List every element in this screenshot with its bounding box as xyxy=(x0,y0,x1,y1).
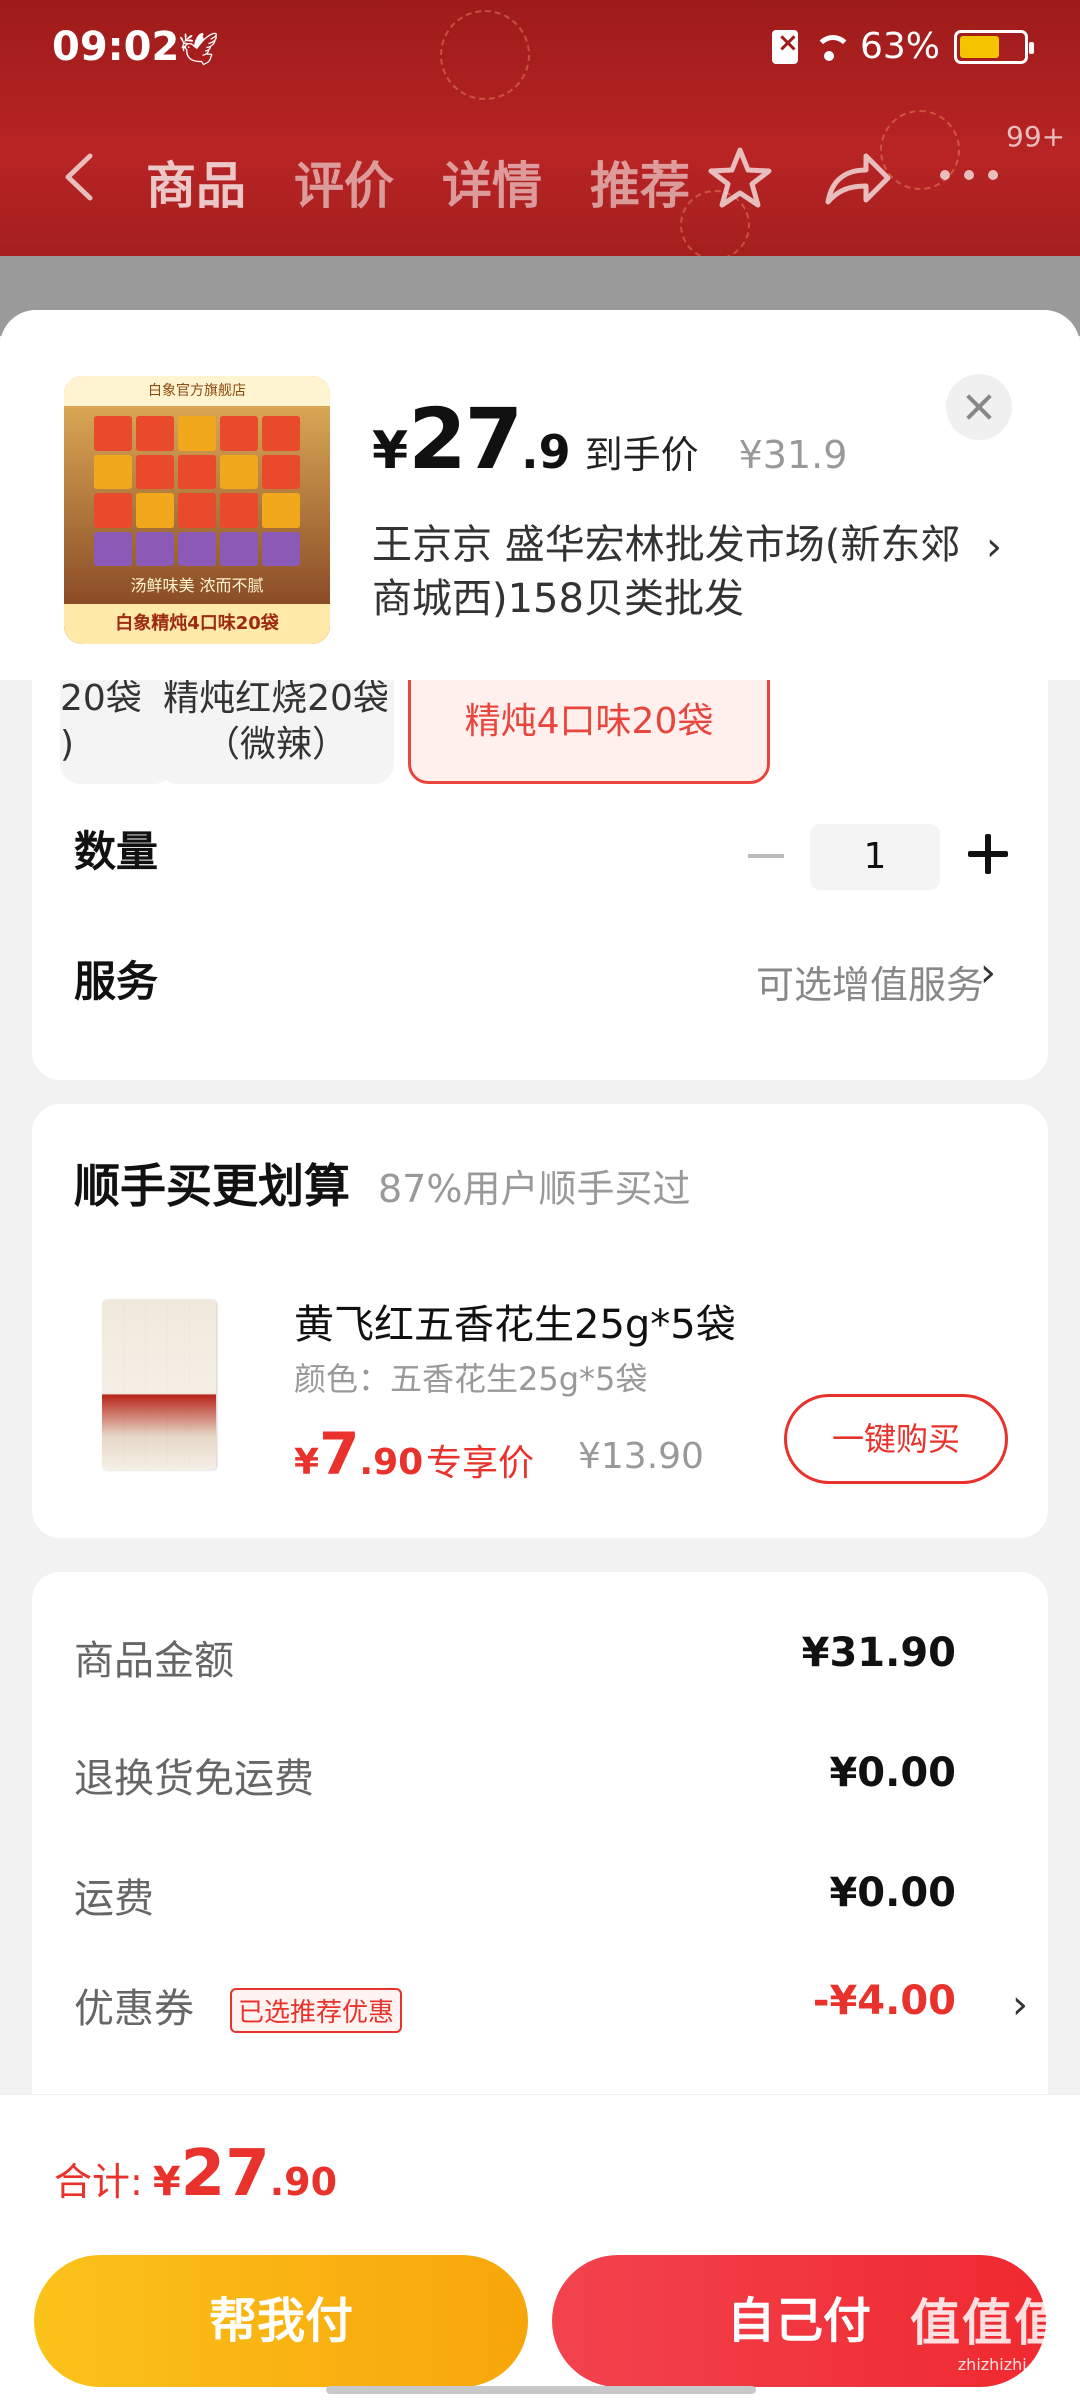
tab-details[interactable]: 详情 xyxy=(442,146,542,218)
app-notification-icon: 🕊 xyxy=(178,30,219,68)
wifi-icon xyxy=(812,33,852,61)
summary-label: 运费 xyxy=(74,1876,154,1922)
upsell-price-integer: 7 xyxy=(319,1420,360,1488)
original-price: ¥31.9 xyxy=(738,433,848,477)
help-me-pay-button[interactable]: 帮我付 xyxy=(34,2255,528,2387)
upsell-item-name[interactable]: 黄飞红五香花生25g*5袋 xyxy=(294,1292,736,1350)
one-click-buy-button[interactable]: 一键购买 xyxy=(784,1394,1008,1484)
total-label: 合计: xyxy=(54,2160,143,2204)
price-row: ¥ 27 .9 到手价 ¥31.9 xyxy=(372,390,847,488)
purchase-sheet: 白象官方旗舰店 汤鲜味美 浓而不腻 白象精炖4口味20袋 ¥ 27 .9 到手价… xyxy=(0,310,1080,2400)
tab-recommend[interactable]: 推荐 xyxy=(590,146,690,218)
upsell-item-spec: 颜色：五香花生25g*5袋 xyxy=(294,1360,648,1398)
tab-product[interactable]: 商品 xyxy=(146,146,246,218)
upsell-price-tag: 专享价 xyxy=(426,1443,535,1484)
thumb-slogan: 汤鲜味美 浓而不腻 xyxy=(130,576,264,595)
upsell-price-currency: ¥ xyxy=(294,1442,320,1483)
delivery-address[interactable]: 王京京 盛华宏林批发市场(新东郊商城西)158贝类批发 xyxy=(372,518,972,626)
upsell-title: 顺手买更划算 xyxy=(74,1159,350,1213)
thumb-noodle-packs xyxy=(94,416,300,566)
product-nav-bar: 商品 评价 详情 推荐 99+ xyxy=(0,120,1080,220)
status-bar: 09:02 🕊 63% xyxy=(0,0,1080,100)
service-value[interactable]: 可选增值服务 xyxy=(756,954,984,1009)
home-indicator[interactable] xyxy=(326,2386,756,2394)
upsell-original-price: ¥13.90 xyxy=(578,1436,704,1477)
battery-fill xyxy=(960,35,1000,58)
tab-reviews[interactable]: 评价 xyxy=(294,146,394,218)
price-decimal: .9 xyxy=(521,425,571,479)
total-row: 合计: ¥ 27 .90 xyxy=(54,2137,337,2211)
battery-percent: 63% xyxy=(859,26,940,67)
share-icon[interactable] xyxy=(822,148,892,208)
total-decimal: .90 xyxy=(269,2160,338,2204)
coupon-value[interactable]: -¥4.00 xyxy=(813,1978,956,2024)
upsell-price: ¥ 7 .90 xyxy=(294,1420,423,1488)
service-label: 服务 xyxy=(74,957,159,1006)
upsell-price-decimal: .90 xyxy=(359,1442,424,1483)
quantity-label: 数量 xyxy=(74,827,159,876)
thumb-store-name: 白象官方旗舰店 xyxy=(64,376,330,406)
chevron-right-icon[interactable]: › xyxy=(1012,1982,1028,2028)
summary-value: ¥31.90 xyxy=(801,1630,956,1676)
sheet-header: 白象官方旗舰店 汤鲜味美 浓而不腻 白象精炖4口味20袋 ¥ 27 .9 到手价… xyxy=(0,310,1080,680)
summary-value: ¥0.00 xyxy=(829,1870,956,1916)
coupon-tag: 已选推荐优惠 xyxy=(230,1988,403,2033)
more-icon[interactable] xyxy=(940,170,998,180)
coupon-label: 优惠券 xyxy=(74,1986,194,2032)
summary-label: 商品金额 xyxy=(74,1638,234,1684)
close-icon[interactable] xyxy=(946,374,1012,440)
upsell-card: 顺手买更划算 87%用户顺手买过 黄飞红五香花生25g*5袋 颜色：五香花生25… xyxy=(32,1104,1048,1538)
quantity-input[interactable]: 1 xyxy=(810,824,940,890)
quantity-minus-button[interactable] xyxy=(748,854,784,858)
back-icon[interactable] xyxy=(60,152,100,202)
favorite-star-icon[interactable] xyxy=(708,146,772,210)
price-integer: 27 xyxy=(408,390,523,488)
summary-value: ¥0.00 xyxy=(829,1750,956,1796)
no-sim-icon xyxy=(771,28,799,64)
total-currency: ¥ xyxy=(152,2159,181,2205)
checkout-bar: 合计: ¥ 27 .90 帮我付 自己付 值值值 zhizhizhi.com xyxy=(0,2094,1080,2400)
status-time: 09:02 xyxy=(52,24,180,70)
order-summary-card: 商品金额 ¥31.90 退换货免运费 ¥0.00 运费 ¥0.00 优惠券 已选… xyxy=(32,1572,1048,2132)
summary-label: 退换货免运费 xyxy=(74,1756,314,1802)
watermark-logo: 值值值 xyxy=(910,2294,1066,2352)
status-icons: 63% xyxy=(771,26,1034,67)
chevron-right-icon[interactable]: › xyxy=(980,950,996,996)
watermark: 值值值 zhizhizhi.com xyxy=(910,2283,1066,2374)
product-thumbnail: 白象官方旗舰店 汤鲜味美 浓而不腻 白象精炖4口味20袋 xyxy=(64,376,330,644)
peanut-product-image xyxy=(102,1300,242,1470)
upsell-subtitle: 87%用户顺手买过 xyxy=(378,1167,691,1211)
chevron-right-icon[interactable]: › xyxy=(986,524,1002,570)
battery-icon xyxy=(954,29,1034,64)
quantity-plus-button[interactable] xyxy=(968,834,1008,874)
message-badge: 99+ xyxy=(1006,120,1066,153)
price-currency: ¥ xyxy=(372,421,409,481)
total-integer: 27 xyxy=(180,2137,270,2211)
watermark-url: zhizhizhi.com xyxy=(957,2355,1066,2374)
thumb-banner: 白象精炖4口味20袋 xyxy=(64,604,330,644)
final-price-label: 到手价 xyxy=(584,433,699,477)
